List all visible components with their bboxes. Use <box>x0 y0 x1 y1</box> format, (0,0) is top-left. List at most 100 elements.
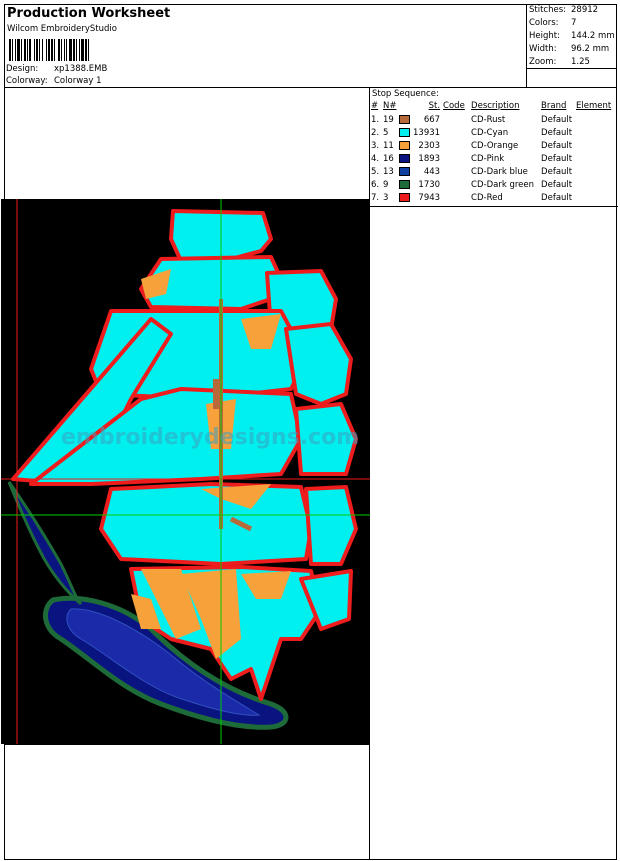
stats-divider <box>527 68 617 69</box>
color-swatch <box>399 165 413 178</box>
thread-brand: Default <box>541 140 573 151</box>
color-code <box>443 178 471 191</box>
thread-brand: Default <box>541 114 573 125</box>
colorway-label: Colorway: <box>6 76 48 86</box>
design-row: Design: xp1388.EMB <box>6 64 107 74</box>
stats-panel: Stitches: 28912 Colors: 7 Height: 144.2 mm … <box>527 4 617 88</box>
stop-num: 1. <box>371 114 380 125</box>
stitches-row: Stitches: 28912 <box>529 5 598 15</box>
barcode <box>9 39 135 61</box>
thread-brand: Default <box>541 127 573 138</box>
height-value: 144.2 mm <box>571 31 615 41</box>
color-code <box>443 165 471 178</box>
color-swatch <box>399 178 413 191</box>
stop-row: 6. 9 1730 CD-Dark green Default <box>371 178 614 191</box>
zoom-value: 1.25 <box>571 57 590 67</box>
stitch-count: 13931 <box>413 127 441 138</box>
element-type <box>576 126 614 139</box>
color-code <box>443 191 471 204</box>
element-type <box>576 113 614 126</box>
design-label: Design: <box>6 64 39 74</box>
stitch-count: 443 <box>423 166 441 177</box>
page-title: Production Worksheet <box>7 6 171 21</box>
color-code <box>443 126 471 139</box>
stop-num: 3. <box>371 140 380 151</box>
stop-sequence-table: # N# St. Code Description Brand Element … <box>371 100 614 204</box>
color-description: CD-Pink <box>471 153 505 164</box>
color-description: CD-Rust <box>471 114 506 125</box>
element-type <box>576 191 614 204</box>
thread-color-swatch <box>399 166 410 176</box>
zoom-label: Zoom: <box>529 57 557 67</box>
watermark-text: embroiderydesigns.com <box>61 425 359 450</box>
col-code-header: Code <box>443 101 465 111</box>
zoom-row: Zoom: 1.25 <box>529 57 590 67</box>
needle-num: 3 <box>383 192 389 203</box>
needle-num: 16 <box>383 153 394 164</box>
stitches-label: Stitches: <box>529 5 567 15</box>
thread-brand: Default <box>541 179 573 190</box>
ship-embroidery-preview: 1 embroiderydesigns.com <box>1 199 370 744</box>
stop-num: 7. <box>371 192 380 203</box>
colorway-row: Colorway: Colorway 1 <box>6 76 102 86</box>
color-swatch <box>399 113 413 126</box>
element-type <box>576 165 614 178</box>
color-description: CD-Cyan <box>471 127 509 138</box>
stitch-count: 1730 <box>418 179 441 190</box>
element-type <box>576 152 614 165</box>
stop-num: 4. <box>371 153 380 164</box>
stitch-count: 2303 <box>418 140 441 151</box>
color-code <box>443 113 471 126</box>
color-description: CD-Orange <box>471 140 519 151</box>
stitch-count: 667 <box>423 114 441 125</box>
header-info-panel: Production Worksheet Wilcom EmbroiderySt… <box>4 4 527 88</box>
color-swatch <box>399 139 413 152</box>
color-swatch <box>399 191 413 204</box>
stitches-value: 28912 <box>571 5 599 15</box>
design-value: xp1388.EMB <box>54 64 108 74</box>
width-label: Width: <box>529 44 557 54</box>
color-description: CD-Dark green <box>471 179 535 190</box>
color-swatch <box>399 152 413 165</box>
width-value: 96.2 mm <box>571 44 610 54</box>
stitch-count: 7943 <box>418 192 441 203</box>
col-num-header: # <box>371 101 379 111</box>
thread-color-swatch <box>399 192 410 202</box>
stop-num: 2. <box>371 127 380 138</box>
col-element-header: Element <box>576 101 612 111</box>
stop-row: 4. 16 1893 CD-Pink Default <box>371 152 614 165</box>
stitch-count: 1893 <box>418 153 441 164</box>
stop-sequence-panel: Stop Sequence: # N# St. Code Description… <box>370 88 618 207</box>
color-swatch <box>399 126 413 139</box>
col-stitches-header: St. <box>428 101 441 111</box>
needle-num: 19 <box>383 114 394 125</box>
width-row: Width: 96.2 mm <box>529 44 609 54</box>
col-brand-header: Brand <box>541 101 567 111</box>
stop-table-header: # N# St. Code Description Brand Element <box>371 100 614 113</box>
needle-num: 9 <box>383 179 389 190</box>
stop-row: 5. 13 443 CD-Dark blue Default <box>371 165 614 178</box>
thread-color-swatch <box>399 153 410 163</box>
thread-color-swatch <box>399 179 410 189</box>
thread-color-swatch <box>399 114 410 124</box>
element-type <box>576 178 614 191</box>
needle-num: 5 <box>383 127 389 138</box>
needle-num: 11 <box>383 140 394 151</box>
stop-row: 7. 3 7943 CD-Red Default <box>371 191 614 204</box>
colors-row: Colors: 7 <box>529 18 576 28</box>
thread-brand: Default <box>541 166 573 177</box>
guide-marker-label: 1 <box>5 506 10 515</box>
colors-label: Colors: <box>529 18 559 28</box>
bottom-divider <box>4 744 370 745</box>
element-type <box>576 139 614 152</box>
stop-row: 3. 11 2303 CD-Orange Default <box>371 139 614 152</box>
stop-row: 1. 19 667 CD-Rust Default <box>371 113 614 126</box>
stop-sequence-title: Stop Sequence: <box>372 89 439 99</box>
col-needle-header: N# <box>383 101 397 111</box>
needle-num: 13 <box>383 166 394 177</box>
thread-color-swatch <box>399 127 410 137</box>
col-swatch-header <box>399 100 413 113</box>
software-name: Wilcom EmbroideryStudio <box>7 24 117 34</box>
stop-row: 2. 5 13931 CD-Cyan Default <box>371 126 614 139</box>
height-row: Height: 144.2 mm <box>529 31 615 41</box>
